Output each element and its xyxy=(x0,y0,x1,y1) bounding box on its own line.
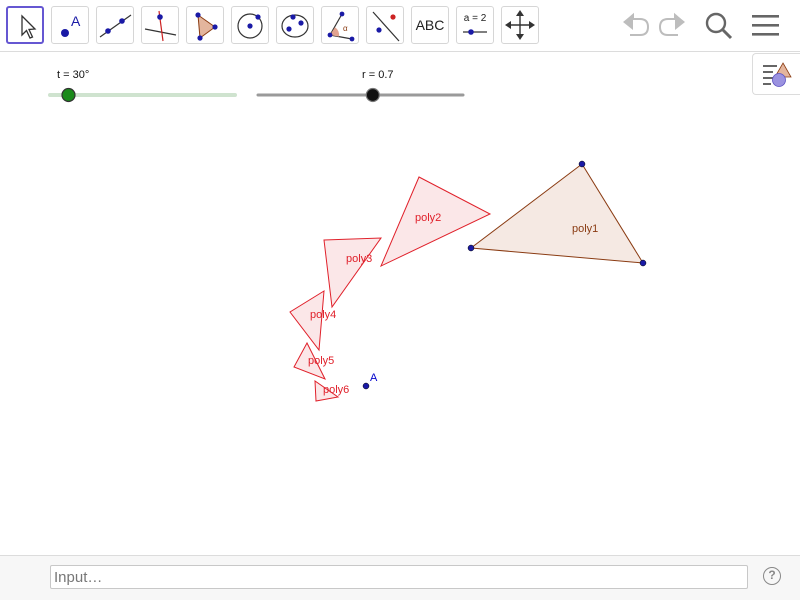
redo-icon xyxy=(658,12,685,36)
vertex-point[interactable] xyxy=(467,244,475,252)
text-icon: ABC xyxy=(415,17,445,33)
point-tool-button[interactable]: A xyxy=(51,6,89,44)
algebra-input-field[interactable] xyxy=(50,565,748,589)
geometry-drawing: poly1 poly2 poly3 poly4 poly5 poly6 A xyxy=(48,87,647,402)
undo-icon xyxy=(623,12,650,36)
point-a-label: A xyxy=(370,372,378,384)
line-tool-button[interactable] xyxy=(96,6,134,44)
perpendicular-line-tool-button[interactable] xyxy=(141,6,179,44)
algebra-view-icon xyxy=(763,62,792,87)
ellipse-tool-button[interactable] xyxy=(276,6,314,44)
poly6-label: poly6 xyxy=(323,384,349,396)
redo-button[interactable] xyxy=(654,6,692,44)
help-icon[interactable]: ? xyxy=(763,567,781,585)
menu-icon xyxy=(752,15,779,36)
perpendicular-line-icon xyxy=(144,10,177,42)
angle-icon: α xyxy=(327,11,355,42)
poly3-label: poly3 xyxy=(346,253,372,265)
polygon-poly3[interactable] xyxy=(323,237,382,309)
angle-tool-label: α xyxy=(343,24,348,33)
search-icon xyxy=(705,12,733,40)
text-tool-button[interactable]: ABC xyxy=(411,6,449,44)
arrow-cursor-icon xyxy=(21,14,37,39)
vertex-point[interactable] xyxy=(578,160,586,168)
move-graphics-icon xyxy=(505,10,535,40)
point-a[interactable] xyxy=(362,382,370,390)
toolbar: A α ABC a = 2 xyxy=(0,0,800,52)
algebra-view-toggle[interactable] xyxy=(752,53,800,95)
line-icon xyxy=(99,14,132,38)
slider-r-handle[interactable] xyxy=(365,87,380,103)
menu-button[interactable] xyxy=(747,6,785,44)
circle-tool-button[interactable] xyxy=(231,6,269,44)
ellipse-icon xyxy=(281,14,309,38)
poly1-label: poly1 xyxy=(572,223,598,235)
slider-tool-button[interactable]: a = 2 xyxy=(456,6,494,44)
circle-icon xyxy=(237,13,263,39)
graphics-view[interactable]: t = 30° r = 0.7 poly1 poly2 poly3 poly4 … xyxy=(0,53,800,555)
move-tool-button[interactable] xyxy=(6,6,44,44)
move-graphics-view-tool-button[interactable] xyxy=(501,6,539,44)
search-button[interactable] xyxy=(700,6,738,44)
reflect-about-line-icon xyxy=(372,11,400,42)
vertex-point[interactable] xyxy=(639,259,647,267)
undo-button[interactable] xyxy=(616,6,654,44)
poly2-label: poly2 xyxy=(415,212,441,224)
point-tool-label: A xyxy=(71,13,81,29)
poly4-label: poly4 xyxy=(310,309,336,321)
polygon-tool-button[interactable] xyxy=(186,6,224,44)
input-bar xyxy=(0,555,800,600)
slider-t-handle[interactable] xyxy=(61,87,76,103)
poly5-label: poly5 xyxy=(308,355,334,367)
polygon-poly1[interactable] xyxy=(469,163,644,264)
point-icon: A xyxy=(61,13,81,37)
polygon-icon xyxy=(195,12,218,41)
reflect-tool-button[interactable] xyxy=(366,6,404,44)
angle-tool-button[interactable]: α xyxy=(321,6,359,44)
